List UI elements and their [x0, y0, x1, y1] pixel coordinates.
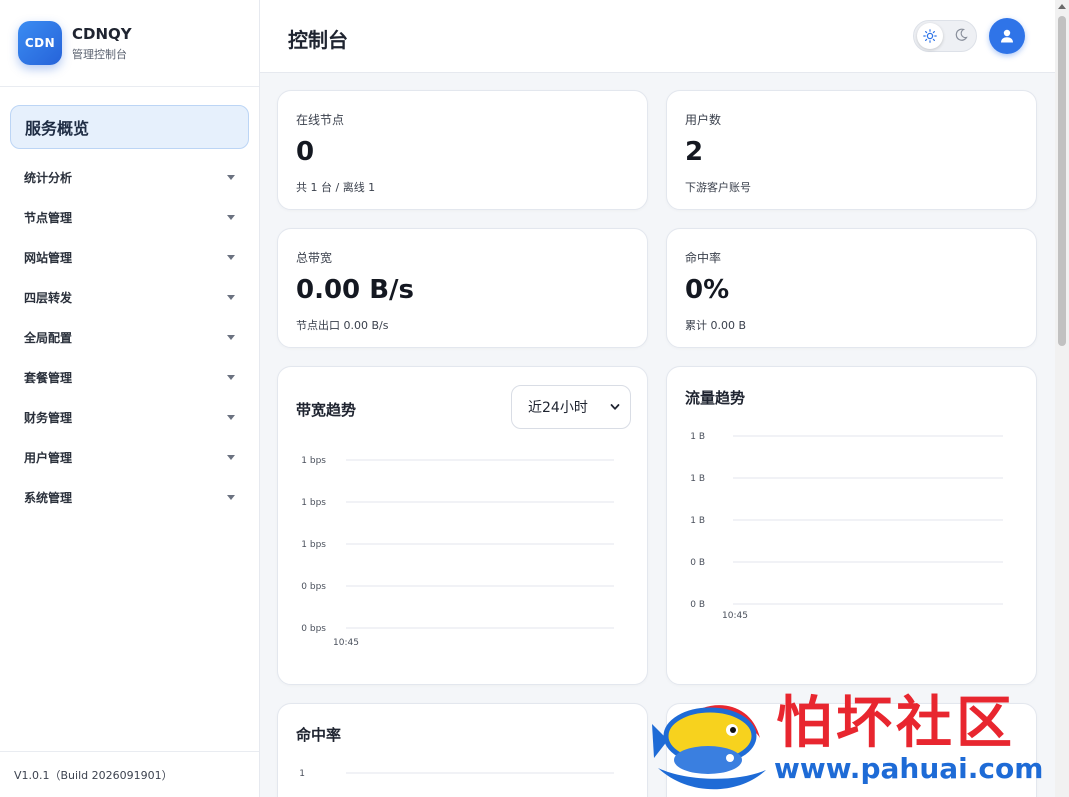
caret-down-icon: [227, 334, 235, 340]
caret-down-icon: [227, 454, 235, 460]
stat-card-users: 用户数 2 下游客户账号: [666, 90, 1037, 210]
moon-icon: [955, 28, 968, 41]
bandwidth-chart-card: 带宽趋势 近24小时 1 bps 1 bps 1 bps 0 bps 0 bps 10:4…: [277, 366, 648, 685]
sidebar-item-global-config[interactable]: 全局配置: [10, 317, 249, 357]
traffic-chart: 1 B 1 B 1 B 0 B 0 B 10:45: [690, 432, 1003, 621]
chart-title: 带宽趋势: [296, 401, 357, 419]
y-tick-label: 1 B: [690, 474, 705, 484]
stat-label: 用户数: [685, 113, 722, 127]
sidebar-item-l4-forward[interactable]: 四层转发: [10, 277, 249, 317]
time-range-select[interactable]: 近24小时: [511, 385, 631, 429]
version-info: V1.0.1（Build 2026091901）: [0, 751, 259, 797]
hit-rate-chart-card: 命中率 1: [277, 703, 648, 797]
user-avatar[interactable]: [989, 18, 1025, 54]
stat-sub: 累计 0.00 B: [685, 319, 747, 332]
watermark: 怕坏社区 www.pahuai.com: [648, 678, 1053, 797]
y-tick-label: 1 B: [690, 516, 705, 526]
stat-value: 0.00 B/s: [296, 275, 414, 305]
sidebar-item-finance[interactable]: 财务管理: [10, 397, 249, 437]
sidebar-item-nodes[interactable]: 节点管理: [10, 197, 249, 237]
x-tick-label: 10:45: [333, 638, 359, 647]
page-title: 控制台: [288, 28, 348, 52]
brand-subtitle: 管理控制台: [72, 48, 127, 61]
theme-toggle[interactable]: [913, 20, 977, 52]
time-range-value: 近24小时: [528, 400, 588, 416]
sidebar-item-label: 网站管理: [24, 250, 73, 265]
topbar: 控制台: [260, 0, 1055, 73]
watermark-text: 怕坏社区: [776, 691, 1016, 756]
sun-icon: [917, 23, 943, 49]
sidebar-item-overview[interactable]: 服务概览: [10, 105, 249, 149]
brand-text: CDNQY 管理控制台: [72, 24, 132, 62]
y-tick-label: 0 bps: [301, 624, 326, 634]
page-scrollbar[interactable]: [1055, 0, 1069, 797]
y-tick-label: 1 bps: [301, 456, 326, 466]
caret-down-icon: [227, 174, 235, 180]
fish-logo-icon: [652, 705, 766, 790]
stat-label: 在线节点: [296, 113, 345, 127]
scrollbar-thumb[interactable]: [1058, 16, 1066, 346]
watermark-url: www.pahuai.com: [774, 752, 1044, 785]
caret-down-icon: [227, 374, 235, 380]
stat-label: 命中率: [685, 251, 722, 265]
sidebar-item-sites[interactable]: 网站管理: [10, 237, 249, 277]
sidebar-item-system[interactable]: 系统管理: [10, 477, 249, 517]
sidebar-item-label: 系统管理: [24, 490, 73, 505]
user-icon: [1001, 29, 1013, 43]
scroll-up-icon[interactable]: [1058, 4, 1066, 9]
chevron-down-icon: [610, 404, 620, 410]
stat-sub: 下游客户账号: [685, 181, 751, 194]
sidebar-item-label: 套餐管理: [24, 370, 73, 385]
stat-card-online-nodes: 在线节点 0 共 1 台 / 离线 1: [277, 90, 648, 210]
caret-down-icon: [227, 214, 235, 220]
stat-card-hit-rate: 命中率 0% 累计 0.00 B: [666, 228, 1037, 348]
y-tick-label: 1 B: [690, 432, 705, 442]
brand-name: CDNQY: [72, 25, 132, 43]
stat-value: 0%: [685, 275, 730, 305]
stat-value: 0: [296, 137, 315, 167]
stat-card-bandwidth: 总带宽 0.00 B/s 节点出口 0.00 B/s: [277, 228, 648, 348]
sidebar: CDN CDNQY 管理控制台 服务概览 统计分析 节点管理 网站管理 四层转发…: [0, 0, 260, 797]
sidebar-item-label: 统计分析: [24, 170, 73, 185]
stat-sub: 共 1 台 / 离线 1: [296, 181, 376, 194]
y-tick-label: 1 bps: [301, 540, 326, 550]
sidebar-item-plans[interactable]: 套餐管理: [10, 357, 249, 397]
stat-value: 2: [685, 137, 704, 167]
y-tick-label: 0 B: [690, 600, 705, 610]
sidebar-item-label: 用户管理: [24, 450, 73, 465]
caret-down-icon: [227, 294, 235, 300]
sidebar-item-statistics[interactable]: 统计分析: [10, 157, 249, 197]
sidebar-item-label: 节点管理: [24, 210, 73, 225]
caret-down-icon: [227, 494, 235, 500]
traffic-chart-card: 流量趋势 1 B 1 B 1 B 0 B 0 B 10:45: [666, 366, 1037, 685]
y-tick-label: 1: [299, 769, 305, 779]
sidebar-item-label: 全局配置: [24, 330, 73, 345]
stat-sub: 节点出口 0.00 B/s: [296, 319, 389, 332]
brand[interactable]: CDN CDNQY 管理控制台: [0, 0, 259, 87]
y-tick-label: 1 bps: [301, 498, 326, 508]
chart-title: 命中率: [296, 726, 342, 744]
brand-logo: CDN: [18, 21, 62, 65]
y-tick-label: 0 B: [690, 558, 705, 568]
caret-down-icon: [227, 254, 235, 260]
sidebar-item-label: 四层转发: [24, 290, 73, 305]
sidebar-item-label: 财务管理: [24, 410, 73, 425]
bandwidth-chart: 1 bps 1 bps 1 bps 0 bps 0 bps 10:45: [301, 456, 614, 647]
x-tick-label: 10:45: [722, 611, 748, 621]
sidebar-nav: 服务概览 统计分析 节点管理 网站管理 四层转发 全局配置 套餐管理 财务管理 …: [0, 87, 259, 517]
hit-rate-chart: 1: [299, 769, 614, 779]
sidebar-item-users[interactable]: 用户管理: [10, 437, 249, 477]
stat-label: 总带宽: [296, 251, 333, 265]
chart-title: 流量趋势: [685, 389, 746, 407]
caret-down-icon: [227, 414, 235, 420]
y-tick-label: 0 bps: [301, 582, 326, 592]
